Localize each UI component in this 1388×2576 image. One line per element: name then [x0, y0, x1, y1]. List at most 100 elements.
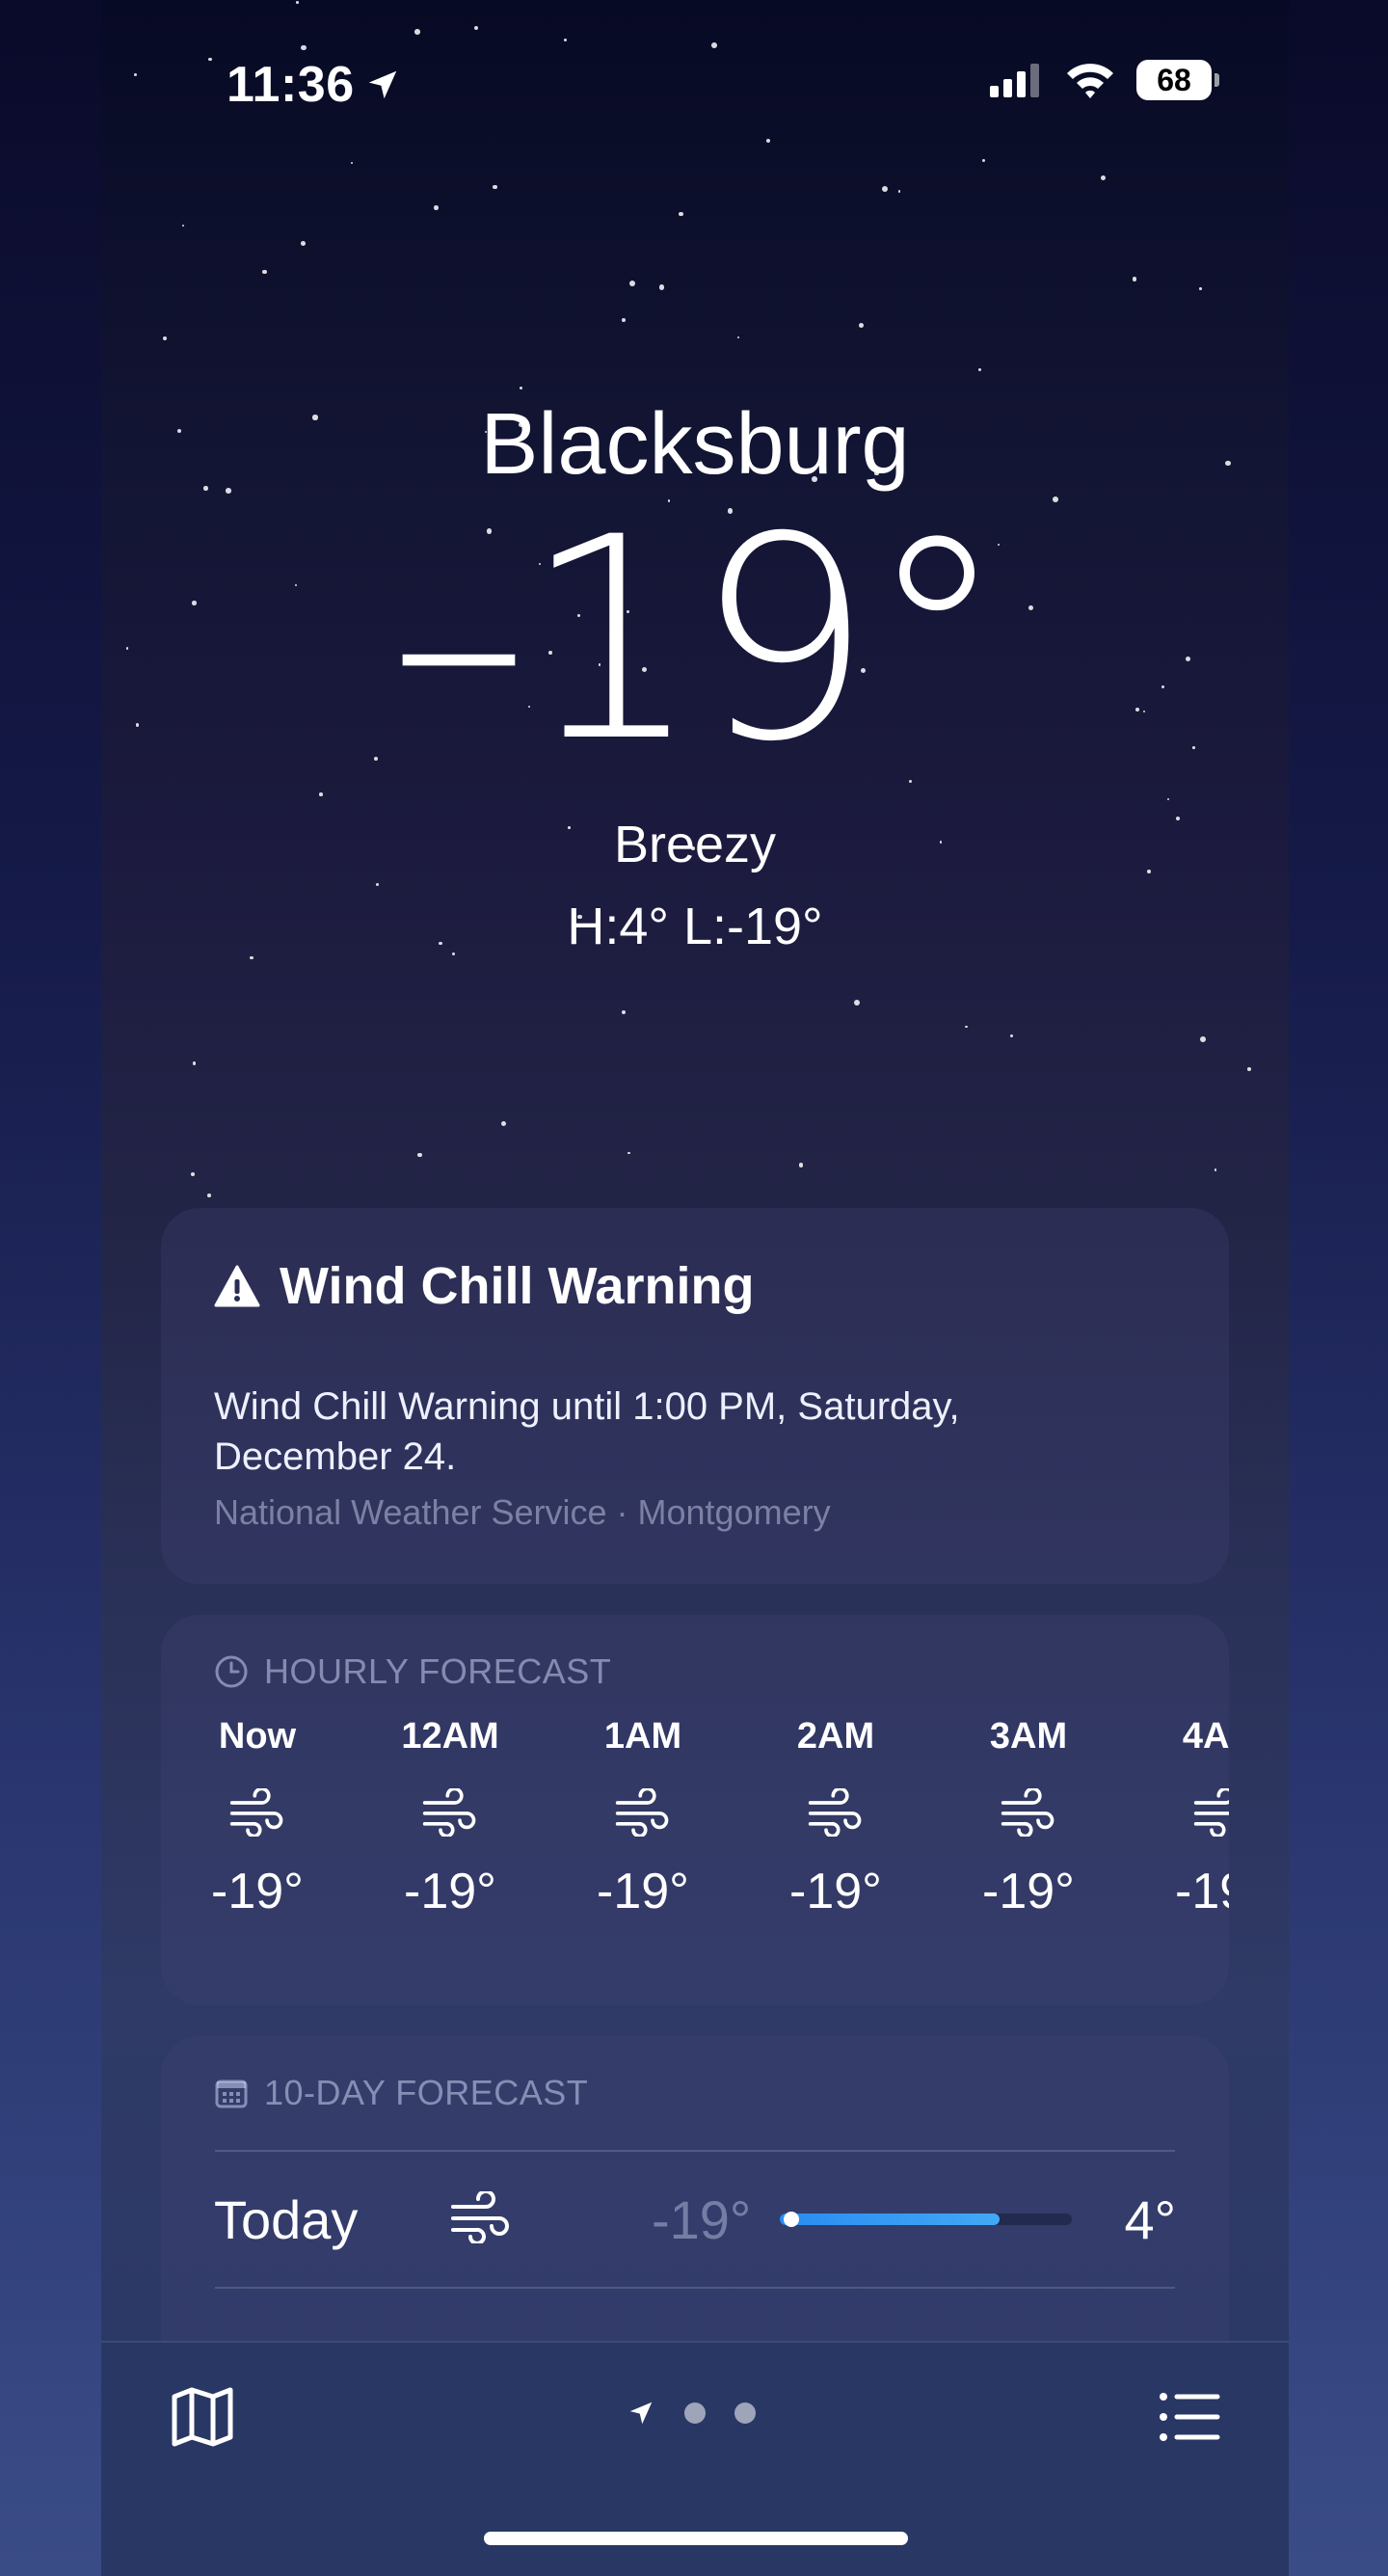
wind-icon — [228, 1774, 286, 1851]
star — [434, 204, 440, 210]
status-bar: 11:36 68 — [101, 56, 1289, 114]
hourly-header: HOURLY FORECAST — [214, 1651, 611, 1692]
page-indicator[interactable] — [627, 2399, 756, 2428]
hour-temperature: -19° — [789, 1864, 882, 1919]
star — [301, 44, 307, 51]
current-temperature: –19° — [388, 478, 1006, 803]
star — [765, 139, 770, 144]
hourly-item[interactable]: 3AM -19° — [932, 1716, 1125, 1920]
alert-source: National Weather Service · Montgomery — [214, 1492, 831, 1532]
star — [1200, 1036, 1206, 1043]
star — [627, 1151, 630, 1155]
star — [658, 284, 665, 290]
ten-day-heading: 10-DAY FORECAST — [264, 2073, 589, 2112]
star — [1101, 175, 1107, 181]
wind-icon — [449, 2188, 600, 2248]
star — [296, 1, 299, 4]
star — [798, 1162, 804, 1167]
alert-header: Wind Chill Warning — [214, 1256, 754, 1316]
hour-label: 3AM — [989, 1716, 1068, 1757]
star — [350, 161, 354, 164]
clock-icon — [215, 1655, 248, 1688]
hour-temperature: -19° — [404, 1864, 496, 1919]
star — [190, 1171, 195, 1176]
location-arrow-icon — [368, 70, 396, 99]
hourly-list[interactable]: Now -19° 12AM -19° 1AM -19° 2AM -19° 3AM -19° 4AM -… — [161, 1716, 1229, 1920]
hour-temperature: -19° — [1175, 1864, 1229, 1919]
star — [621, 1010, 626, 1014]
weather-alert-card[interactable]: Wind Chill Warning Wind Chill Warning un… — [161, 1208, 1229, 1584]
hourly-item[interactable]: Now -19° — [161, 1716, 354, 1920]
star — [262, 269, 267, 275]
star — [710, 41, 717, 48]
star — [376, 882, 380, 886]
star — [1132, 277, 1137, 282]
cellular-signal-icon — [990, 64, 1039, 97]
star — [897, 190, 901, 194]
hour-label: Now — [218, 1716, 297, 1757]
star — [854, 999, 861, 1006]
forecast-day-row[interactable]: Today -19° 4° — [214, 2152, 1176, 2287]
hourly-item[interactable]: 12AM -19° — [354, 1716, 547, 1920]
weather-screen: 11:36 68 Blacksburg –19° Breezy H:4° L:-… — [101, 0, 1289, 2576]
hourly-item[interactable]: 2AM -19° — [739, 1716, 932, 1920]
wind-icon — [1000, 1774, 1057, 1851]
star — [882, 185, 889, 192]
divider — [215, 2287, 1175, 2289]
alert-title: Wind Chill Warning — [280, 1257, 755, 1315]
wind-icon — [1192, 1774, 1229, 1851]
star — [182, 224, 185, 228]
home-indicator[interactable] — [484, 2532, 908, 2545]
wind-icon — [614, 1774, 672, 1851]
ten-day-header: 10-DAY FORECAST — [214, 2073, 588, 2113]
star — [1247, 1067, 1252, 1072]
star — [563, 38, 567, 41]
star — [1214, 1168, 1217, 1171]
status-time: 11:36 — [227, 56, 401, 114]
wind-icon — [807, 1774, 865, 1851]
page-dot[interactable] — [684, 2402, 706, 2424]
hourly-item[interactable]: 4AM -19° — [1125, 1716, 1229, 1920]
hour-temperature: -19° — [211, 1864, 304, 1919]
star — [859, 322, 865, 328]
star — [501, 1120, 507, 1126]
temperature-range-bar — [780, 2212, 1073, 2227]
star — [981, 158, 985, 162]
star — [474, 25, 479, 31]
hour-label: 1AM — [603, 1716, 682, 1757]
map-icon[interactable] — [169, 2383, 236, 2451]
star — [319, 792, 323, 796]
star — [1199, 287, 1202, 290]
star — [206, 1194, 211, 1197]
star — [519, 387, 522, 390]
wifi-icon — [1067, 64, 1113, 98]
star — [1009, 1033, 1014, 1038]
hourly-forecast-card[interactable]: HOURLY FORECAST Now -19° 12AM -19° 1AM -19° 2A… — [161, 1615, 1229, 2005]
hour-label: 2AM — [796, 1716, 875, 1757]
star — [737, 335, 740, 338]
star — [163, 336, 167, 341]
star — [301, 241, 307, 246]
star — [622, 318, 627, 322]
temperature-range-fill — [780, 2214, 1000, 2225]
calendar-icon — [215, 2080, 248, 2108]
status-indicators: 68 — [990, 60, 1219, 100]
page-dot[interactable] — [734, 2402, 756, 2424]
battery-level: 68 — [1157, 62, 1191, 97]
star — [493, 184, 497, 190]
hourly-item[interactable]: 1AM -19° — [547, 1716, 739, 1920]
day-high-temp: 4° — [1124, 2188, 1176, 2250]
wind-icon — [421, 1774, 479, 1851]
location-arrow-icon — [629, 2402, 653, 2425]
condition-text: Breezy — [613, 816, 777, 873]
day-low-temp: -19° — [651, 2188, 752, 2250]
star — [629, 280, 636, 286]
warning-icon — [214, 1265, 260, 1307]
hour-temperature: -19° — [597, 1864, 689, 1919]
list-icon[interactable] — [1156, 2383, 1223, 2451]
star — [679, 212, 683, 217]
star — [1166, 797, 1170, 800]
star — [417, 1152, 422, 1158]
star — [978, 367, 982, 371]
hour-label: 12AM — [401, 1716, 499, 1757]
